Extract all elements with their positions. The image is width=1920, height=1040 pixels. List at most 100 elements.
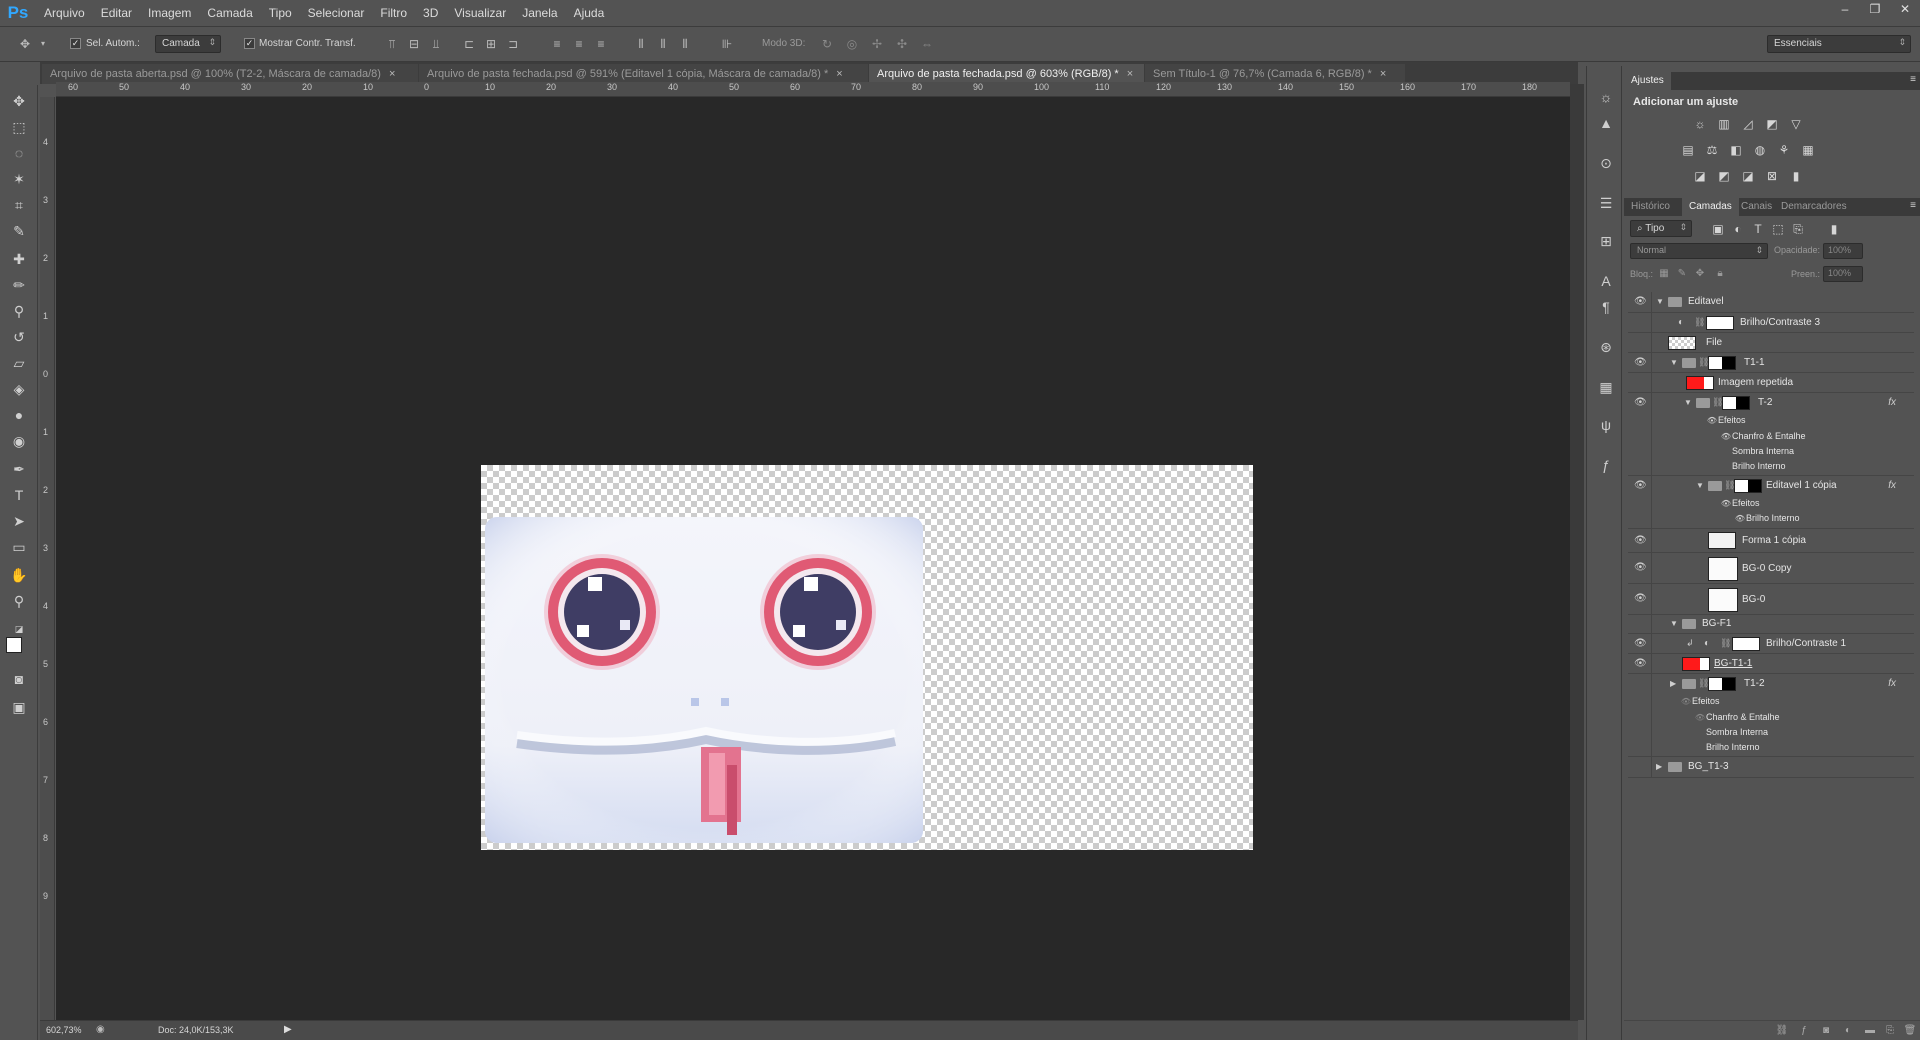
lock-pixels-icon[interactable]: ✎ [1674,266,1690,282]
effect-brilho-interno[interactable]: Brilho Interno [1706,742,1760,752]
styles-dock-icon[interactable]: ƒ [1597,456,1615,474]
visibility-toggle[interactable] [1628,694,1652,756]
auto-select-target-dropdown[interactable]: Camada ⇕ [155,35,221,53]
layer-imagem-repetida[interactable]: Imagem repetida [1628,373,1914,393]
adjustments-dock-icon[interactable]: ☼ [1597,88,1615,106]
healing-brush-tool-icon[interactable]: ✚ [9,249,29,269]
eye-icon[interactable]: 👁︎ [1734,513,1746,525]
tab-camadas[interactable]: Camadas [1682,198,1739,216]
filter-smart-object-icon[interactable]: ⎘ [1790,221,1806,237]
effect-chanfro[interactable]: Chanfro & Entalhe [1706,712,1780,722]
close-icon[interactable]: × [389,68,395,80]
align-hcenter-icon[interactable]: ⊞ [484,37,498,51]
visibility-toggle[interactable] [1628,333,1652,352]
foreground-color-swatch[interactable] [6,637,22,653]
zoom-tool-icon[interactable]: ⚲ [9,591,29,611]
layer-thumbnail[interactable] [1708,588,1738,612]
visibility-toggle[interactable]: 👁︎ [1628,476,1652,496]
paragraph-dock-icon[interactable]: ¶ [1597,298,1615,316]
visibility-toggle[interactable]: 👁︎ [1628,529,1652,552]
visibility-toggle[interactable]: 👁︎ [1628,634,1652,653]
default-colors-icon[interactable]: ◪ [9,619,29,639]
path-selection-tool-icon[interactable]: ➤ [9,511,29,531]
visibility-toggle[interactable] [1628,313,1652,332]
timeline-dock-icon[interactable]: ▦ [1597,378,1615,396]
restore-button[interactable]: ❐ [1860,0,1890,18]
threshold-adjust-icon[interactable]: ◪ [1740,168,1756,184]
eraser-tool-icon[interactable]: ▱ [9,353,29,373]
menu-camada[interactable]: Camada [199,0,260,26]
layer-bg-0-copy[interactable]: 👁︎ BG-0 Copy [1628,553,1914,584]
show-transform-checkbox[interactable]: ✓ [244,38,255,49]
filter-type-icon[interactable]: T [1750,221,1766,237]
visibility-toggle[interactable]: 👁︎ [1628,553,1652,583]
layer-group-editavel[interactable]: 👁︎ ▼ Editavel [1628,292,1914,313]
close-icon[interactable]: × [836,68,842,80]
expand-triangle-icon[interactable]: ▶ [1670,679,1676,688]
vertical-scrollbar[interactable] [1570,84,1584,1020]
properties-dock-icon[interactable]: ☰ [1597,194,1615,212]
layer-group-t1-1[interactable]: 👁︎ ▼ ⛓ T1-1 [1628,353,1914,373]
blur-tool-icon[interactable]: ● [9,405,29,425]
visibility-toggle[interactable]: 👁︎ [1628,353,1652,372]
link-icon[interactable]: ⛓ [1720,638,1731,649]
visibility-toggle[interactable] [1628,496,1652,528]
brush-presets-dock-icon[interactable]: ψ [1597,416,1615,434]
fx-icon[interactable]: fx [1888,397,1896,408]
eye-icon[interactable]: 👁︎ [1694,712,1706,724]
align-top-icon[interactable]: ⫪ [385,37,399,51]
filter-toggle-icon[interactable]: ▮ [1826,221,1842,237]
panel-menu-icon[interactable]: ≡ [1910,74,1916,85]
menu-filtro[interactable]: Filtro [372,0,415,26]
filter-adjustment-icon[interactable]: ◐ [1730,221,1746,237]
eye-icon[interactable]: 👁︎ [1706,415,1718,427]
opacity-input[interactable]: 100% [1823,243,1863,259]
tab-sem-titulo[interactable]: Sem Título-1 @ 76,7% (Camada 6, RGB/8) *… [1145,64,1405,84]
eye-icon[interactable]: 👁︎ [1720,431,1732,443]
expand-triangle-icon[interactable]: ▼ [1696,481,1704,490]
exposure-adjust-icon[interactable]: ◩ [1764,116,1780,132]
color-balance-adjust-icon[interactable]: ⚖ [1704,142,1720,158]
layer-mask-thumbnail[interactable] [1722,396,1750,410]
status-menu-arrow-icon[interactable]: ▶ [284,1024,292,1035]
layer-bg-0[interactable]: 👁︎ BG-0 [1628,584,1914,615]
visibility-toggle[interactable]: 👁︎ [1628,292,1652,312]
tab-historico[interactable]: Histórico [1624,198,1677,216]
curves-adjust-icon[interactable]: ◿ [1740,116,1756,132]
hue-saturation-adjust-icon[interactable]: ▤ [1680,142,1696,158]
lasso-tool-icon[interactable]: ◌ [9,143,29,163]
tab-pasta-fechada-603[interactable]: Arquivo de pasta fechada.psd @ 603% (RGB… [869,64,1144,84]
filter-shape-icon[interactable]: ⬚ [1770,221,1786,237]
layer-mask-thumbnail[interactable] [1708,356,1736,370]
lock-position-icon[interactable]: ✥ [1692,266,1708,282]
link-icon[interactable]: ⛓ [1694,317,1705,328]
layer-group-editavel-1-copia[interactable]: 👁︎ ▼ ⛓ Editavel 1 cópia fx [1628,476,1914,496]
menu-selecionar[interactable]: Selecionar [300,0,373,26]
eye-icon[interactable]: 👁︎ [1720,498,1732,510]
clone-stamp-tool-icon[interactable]: ⚲ [9,301,29,321]
vibrance-adjust-icon[interactable]: ▽ [1788,116,1804,132]
new-layer-icon[interactable]: ⎘ [1882,1023,1898,1039]
chevron-down-icon[interactable]: ▾ [36,37,50,51]
layer-thumbnail[interactable] [1686,376,1714,390]
auto-align-icon[interactable]: ⊪ [720,37,734,51]
eye-icon[interactable]: 👁︎ [1634,357,1647,369]
scale-3d-icon[interactable]: ⇔ [920,37,934,51]
link-layers-icon[interactable]: ⛓ [1774,1023,1790,1039]
close-icon[interactable]: × [1380,68,1386,80]
new-group-icon[interactable]: ▬ [1862,1023,1878,1039]
expand-triangle-icon[interactable]: ▼ [1656,297,1664,306]
menu-3d[interactable]: 3D [415,0,446,26]
channel-mixer-adjust-icon[interactable]: ⚘ [1776,142,1792,158]
layer-file[interactable]: File [1628,333,1914,353]
expand-triangle-icon[interactable]: ▼ [1684,398,1692,407]
document-canvas[interactable] [481,465,1253,850]
menu-imagem[interactable]: Imagem [140,0,199,26]
levels-adjust-icon[interactable]: ▥ [1716,116,1732,132]
distribute-bottom-icon[interactable]: ≡ [594,37,608,51]
expand-triangle-icon[interactable]: ▶ [1656,762,1662,771]
black-white-adjust-icon[interactable]: ◧ [1728,142,1744,158]
align-right-icon[interactable]: ⊐ [506,37,520,51]
layer-mask-thumbnail[interactable] [1734,479,1762,493]
layer-thumbnail[interactable] [1682,657,1710,671]
